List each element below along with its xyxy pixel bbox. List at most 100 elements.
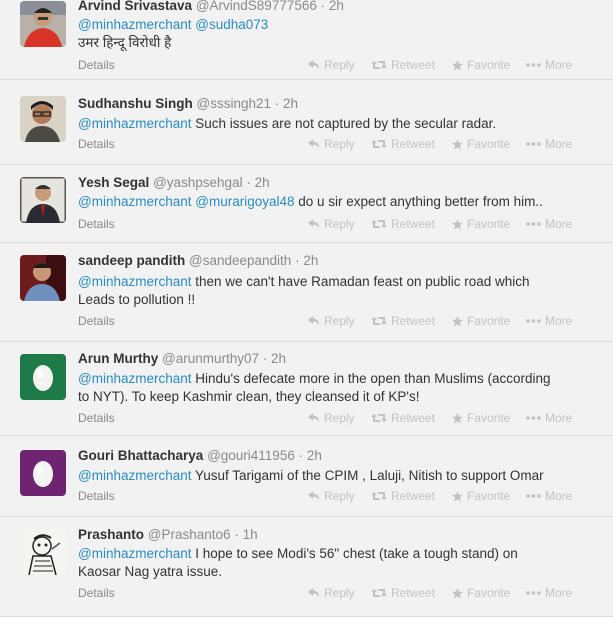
details-link[interactable]: Details bbox=[78, 489, 115, 503]
details-link[interactable]: Details bbox=[78, 217, 115, 231]
more-label: More bbox=[545, 489, 573, 503]
mention-link[interactable]: @murarigoyal48 bbox=[195, 194, 294, 209]
favorite-button[interactable]: Favorite bbox=[452, 411, 510, 425]
tweet-item[interactable]: sandeep pandith @sandeepandith · 2h @minh… bbox=[0, 243, 613, 342]
user-handle[interactable]: @Prashanto6 bbox=[148, 527, 231, 542]
user-handle[interactable]: @sssingh21 bbox=[197, 96, 272, 111]
reply-button[interactable]: Reply bbox=[308, 314, 355, 328]
user-handle[interactable]: @sandeepandith bbox=[189, 253, 291, 268]
tweet-text-segment: Yusuf Tarigami of the CPIM , Laluji, Nit… bbox=[191, 468, 544, 483]
retweet-button[interactable]: Retweet bbox=[371, 314, 435, 328]
tweet-text-segment: उमर हिन्दू विरोधी है bbox=[78, 35, 172, 50]
retweet-button[interactable]: Retweet bbox=[371, 586, 435, 600]
details-link[interactable]: Details bbox=[78, 58, 115, 72]
tweet-timestamp[interactable]: 2h bbox=[283, 96, 298, 111]
details-link[interactable]: Details bbox=[78, 137, 115, 151]
reply-button[interactable]: Reply bbox=[308, 217, 355, 231]
more-button[interactable]: More bbox=[526, 489, 572, 503]
tweet-item[interactable]: Arvind Srivastava @ArvindS89777566 · 2h @… bbox=[0, 0, 613, 80]
more-button[interactable]: More bbox=[526, 586, 572, 600]
tweet-item[interactable]: Gouri Bhattacharya @gouri411956 · 2h @min… bbox=[0, 436, 613, 517]
favorite-button[interactable]: Favorite bbox=[452, 314, 510, 328]
reply-icon bbox=[308, 413, 320, 423]
reply-button[interactable]: Reply bbox=[308, 411, 355, 425]
mention-link[interactable]: @minhazmerchant bbox=[78, 116, 192, 131]
tweet-item[interactable]: Prashanto @Prashanto6 · 1h @minhazmerchan… bbox=[0, 517, 613, 617]
tweet-text-segment: do u sir expect anything better from him… bbox=[294, 194, 543, 209]
mention-link[interactable]: @minhazmerchant bbox=[78, 194, 192, 209]
details-link[interactable]: Details bbox=[78, 411, 115, 425]
star-icon bbox=[452, 587, 463, 599]
avatar[interactable] bbox=[20, 354, 66, 400]
tweet-timestamp[interactable]: 2h bbox=[329, 0, 344, 13]
user-name[interactable]: Sudhanshu Singh bbox=[78, 96, 193, 111]
avatar[interactable] bbox=[20, 96, 66, 142]
more-button[interactable]: More bbox=[526, 137, 572, 151]
reply-label: Reply bbox=[324, 586, 355, 600]
mention-link[interactable]: @minhazmerchant bbox=[78, 17, 192, 32]
tweet-item[interactable]: Arun Murthy @arunmurthy07 · 2h @minhazmer… bbox=[0, 342, 613, 436]
user-handle[interactable]: @ArvindS89777566 bbox=[196, 0, 317, 13]
user-handle[interactable]: @gouri411956 bbox=[207, 448, 295, 463]
tweet-text-segment: Hindu's defecate more in the open than M… bbox=[191, 371, 551, 386]
retweet-icon bbox=[371, 60, 387, 70]
more-button[interactable]: More bbox=[526, 314, 572, 328]
user-name[interactable]: Yesh Segal bbox=[78, 175, 149, 190]
reply-label: Reply bbox=[324, 489, 355, 503]
more-button[interactable]: More bbox=[526, 217, 572, 231]
user-name[interactable]: Prashanto bbox=[78, 527, 144, 542]
favorite-button[interactable]: Favorite bbox=[452, 489, 510, 503]
more-dots-icon bbox=[526, 494, 541, 498]
reply-button[interactable]: Reply bbox=[308, 58, 355, 72]
retweet-button[interactable]: Retweet bbox=[371, 411, 435, 425]
retweet-button[interactable]: Retweet bbox=[371, 58, 435, 72]
retweet-button[interactable]: Retweet bbox=[371, 217, 435, 231]
user-name[interactable]: Arvind Srivastava bbox=[78, 0, 192, 13]
favorite-button[interactable]: Favorite bbox=[452, 586, 510, 600]
mention-link[interactable]: @minhazmerchant bbox=[78, 371, 192, 386]
reply-button[interactable]: Reply bbox=[308, 489, 355, 503]
mention-link[interactable]: @minhazmerchant bbox=[78, 274, 192, 289]
mention-link[interactable]: @sudha073 bbox=[195, 17, 268, 32]
tweet-item[interactable]: Yesh Segal @yashpsehgal · 2h @minhazmerch… bbox=[0, 165, 613, 243]
retweet-label: Retweet bbox=[391, 489, 436, 503]
user-name[interactable]: Gouri Bhattacharya bbox=[78, 448, 203, 463]
favorite-button[interactable]: Favorite bbox=[452, 217, 510, 231]
photo-red-man-avatar-image bbox=[20, 1, 66, 47]
more-button[interactable]: More bbox=[526, 58, 572, 72]
user-handle[interactable]: @yashpsehgal bbox=[153, 175, 243, 190]
reply-button[interactable]: Reply bbox=[308, 586, 355, 600]
more-dots-icon bbox=[526, 591, 541, 595]
avatar[interactable] bbox=[20, 255, 66, 301]
tweet-timestamp[interactable]: 2h bbox=[303, 253, 318, 268]
mention-link[interactable]: @minhazmerchant bbox=[78, 546, 192, 561]
mention-link[interactable]: @minhazmerchant bbox=[78, 468, 192, 483]
tweet-timestamp[interactable]: 2h bbox=[271, 351, 286, 366]
tweet-item[interactable]: Sudhanshu Singh @sssingh21 · 2h @minhazme… bbox=[0, 80, 613, 165]
user-name[interactable]: sandeep pandith bbox=[78, 253, 185, 268]
tweet-text-line: @minhazmerchant Hindu's defecate more in… bbox=[78, 370, 598, 388]
details-link[interactable]: Details bbox=[78, 586, 115, 600]
tweet-timestamp[interactable]: 2h bbox=[255, 175, 270, 190]
details-link[interactable]: Details bbox=[78, 314, 115, 328]
reply-button[interactable]: Reply bbox=[308, 137, 355, 151]
more-button[interactable]: More bbox=[526, 411, 572, 425]
avatar[interactable] bbox=[20, 1, 66, 47]
tweet-actions: Details Reply Retweet Favorite More bbox=[0, 217, 613, 233]
favorite-button[interactable]: Favorite bbox=[452, 58, 510, 72]
tweet-timestamp[interactable]: 1h bbox=[243, 527, 258, 542]
avatar[interactable] bbox=[20, 529, 66, 575]
tweet-text: @minhazmerchant @murarigoyal48 do u sir … bbox=[78, 193, 598, 211]
retweet-button[interactable]: Retweet bbox=[371, 137, 435, 151]
tweet-timestamp[interactable]: 2h bbox=[307, 448, 322, 463]
favorite-label: Favorite bbox=[467, 586, 511, 600]
cartoon-sketch-avatar-image bbox=[20, 529, 66, 575]
favorite-button[interactable]: Favorite bbox=[452, 137, 510, 151]
more-label: More bbox=[545, 137, 573, 151]
reply-icon bbox=[308, 316, 320, 326]
user-name[interactable]: Arun Murthy bbox=[78, 351, 158, 366]
user-handle[interactable]: @arunmurthy07 bbox=[162, 351, 259, 366]
tweet-text: @minhazmerchant Such issues are not capt… bbox=[78, 115, 598, 133]
retweet-button[interactable]: Retweet bbox=[371, 489, 435, 503]
tweet-text-segment: to NYT). To keep Kashmir clean, they cle… bbox=[78, 389, 420, 404]
